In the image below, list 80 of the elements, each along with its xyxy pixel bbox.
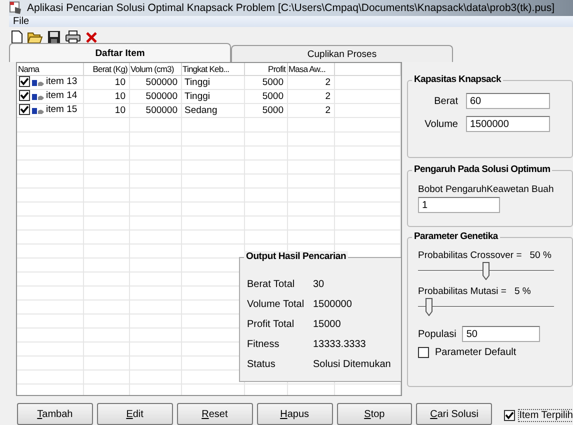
tab[interactable]: Cuplikan Proses: [231, 45, 453, 62]
column-header[interactable]: Masa Aw...: [287, 63, 334, 76]
action-button[interactable]: Edit: [96, 403, 173, 425]
slider[interactable]: [418, 262, 554, 282]
table-cell: item 15: [46, 104, 78, 115]
table-cell: 5000: [262, 77, 284, 88]
action-button[interactable]: Tambah: [17, 403, 93, 425]
print-icon[interactable]: [65, 30, 81, 44]
field-label: Bobot PengaruhKeawetan Buah: [418, 184, 555, 195]
checkbox[interactable]: [418, 347, 429, 358]
table-cell: 5000: [262, 105, 284, 116]
menu-item[interactable]: File: [13, 16, 30, 27]
slider-label: Probabilitas Mutasi =: [418, 286, 506, 297]
field-label: Berat: [433, 96, 458, 106]
action-button[interactable]: Cari Solusi: [416, 403, 492, 425]
input-field[interactable]: 1500000: [466, 116, 550, 132]
slider-reading: 50 %: [530, 250, 552, 261]
new-file-icon[interactable]: [11, 30, 23, 44]
column-header[interactable]: Profit: [244, 63, 287, 76]
table-cell: Tinggi: [184, 77, 210, 88]
input-field[interactable]: 60: [466, 93, 550, 109]
input-field[interactable]: 1: [418, 197, 500, 213]
slider[interactable]: [418, 298, 554, 318]
table-cell: 2: [325, 105, 330, 116]
slider-thumb[interactable]: [482, 262, 490, 280]
open-folder-icon[interactable]: [27, 30, 43, 44]
action-button[interactable]: Stop: [336, 403, 412, 425]
output-value: 30: [313, 278, 324, 290]
column-header[interactable]: Volum (cm3): [129, 63, 181, 76]
tab[interactable]: Daftar Item: [9, 43, 231, 62]
checkbox-label: Item Terpilih: [519, 410, 573, 421]
blocks-icon: [32, 78, 44, 86]
checkbox-label: Parameter Default: [435, 347, 516, 358]
checkbox[interactable]: [19, 104, 30, 115]
table-cell: 500000: [146, 77, 178, 88]
close-icon[interactable]: [85, 30, 98, 44]
slider-label: Probabilitas Crossover =: [418, 250, 522, 261]
input-field[interactable]: 50: [462, 326, 540, 342]
column-header[interactable]: Tingkat Keb...: [181, 63, 244, 76]
output-value: 13333.3333: [313, 338, 366, 350]
app-icon: [9, 0, 23, 15]
column-header[interactable]: Berat (Kg): [83, 63, 129, 76]
output-label: Volume Total: [247, 298, 306, 310]
table-cell: 10: [114, 77, 126, 88]
save-icon[interactable]: [47, 30, 61, 44]
slider-reading: 5 %: [514, 286, 531, 297]
action-button[interactable]: Reset: [176, 403, 253, 425]
checkbox[interactable]: [19, 76, 30, 87]
field-label: Volume: [424, 118, 458, 130]
output-label: Fitness: [247, 338, 280, 350]
checkbox[interactable]: [19, 90, 30, 101]
table-cell: item 13: [46, 76, 78, 87]
table-cell: 500000: [146, 105, 178, 116]
table-cell: Sedang: [184, 105, 218, 116]
group-title: Pengaruh Pada Solusi Optimum: [412, 164, 552, 175]
field-label: Populasi: [418, 328, 456, 340]
output-label: Status: [247, 358, 276, 370]
output-value: Solusi Ditemukan: [313, 358, 391, 370]
blocks-icon: [32, 92, 44, 100]
action-button[interactable]: Hapus: [256, 403, 332, 425]
table-cell: 2: [325, 91, 330, 102]
output-value: 1500000: [313, 298, 352, 310]
table-cell: Tinggi: [184, 91, 210, 102]
window-title: Aplikasi Pencarian Solusi Optimal Knapsack Problem [C:\Users\Cmpaq\Documents\Knapsack\data\prob3(tk).pus]: [27, 2, 555, 14]
table-cell: item 14: [46, 90, 78, 101]
slider-thumb[interactable]: [424, 298, 433, 316]
group-title: Parameter Genetika: [412, 231, 500, 242]
checkbox[interactable]: [504, 410, 516, 421]
group-title: Output Hasil Pencarian: [244, 251, 348, 262]
table-cell: 2: [325, 77, 330, 88]
output-value: 15000: [313, 318, 341, 330]
output-label: Berat Total: [247, 278, 296, 290]
table-cell: 10: [114, 105, 126, 116]
table-cell: 5000: [262, 91, 284, 102]
blocks-icon: [32, 106, 44, 114]
table-cell: 10: [114, 91, 126, 102]
column-header[interactable]: Nama: [17, 63, 83, 76]
table-cell: 500000: [146, 91, 178, 102]
group-title: Kapasitas Knapsack: [412, 74, 504, 85]
output-label: Profit Total: [247, 318, 296, 330]
